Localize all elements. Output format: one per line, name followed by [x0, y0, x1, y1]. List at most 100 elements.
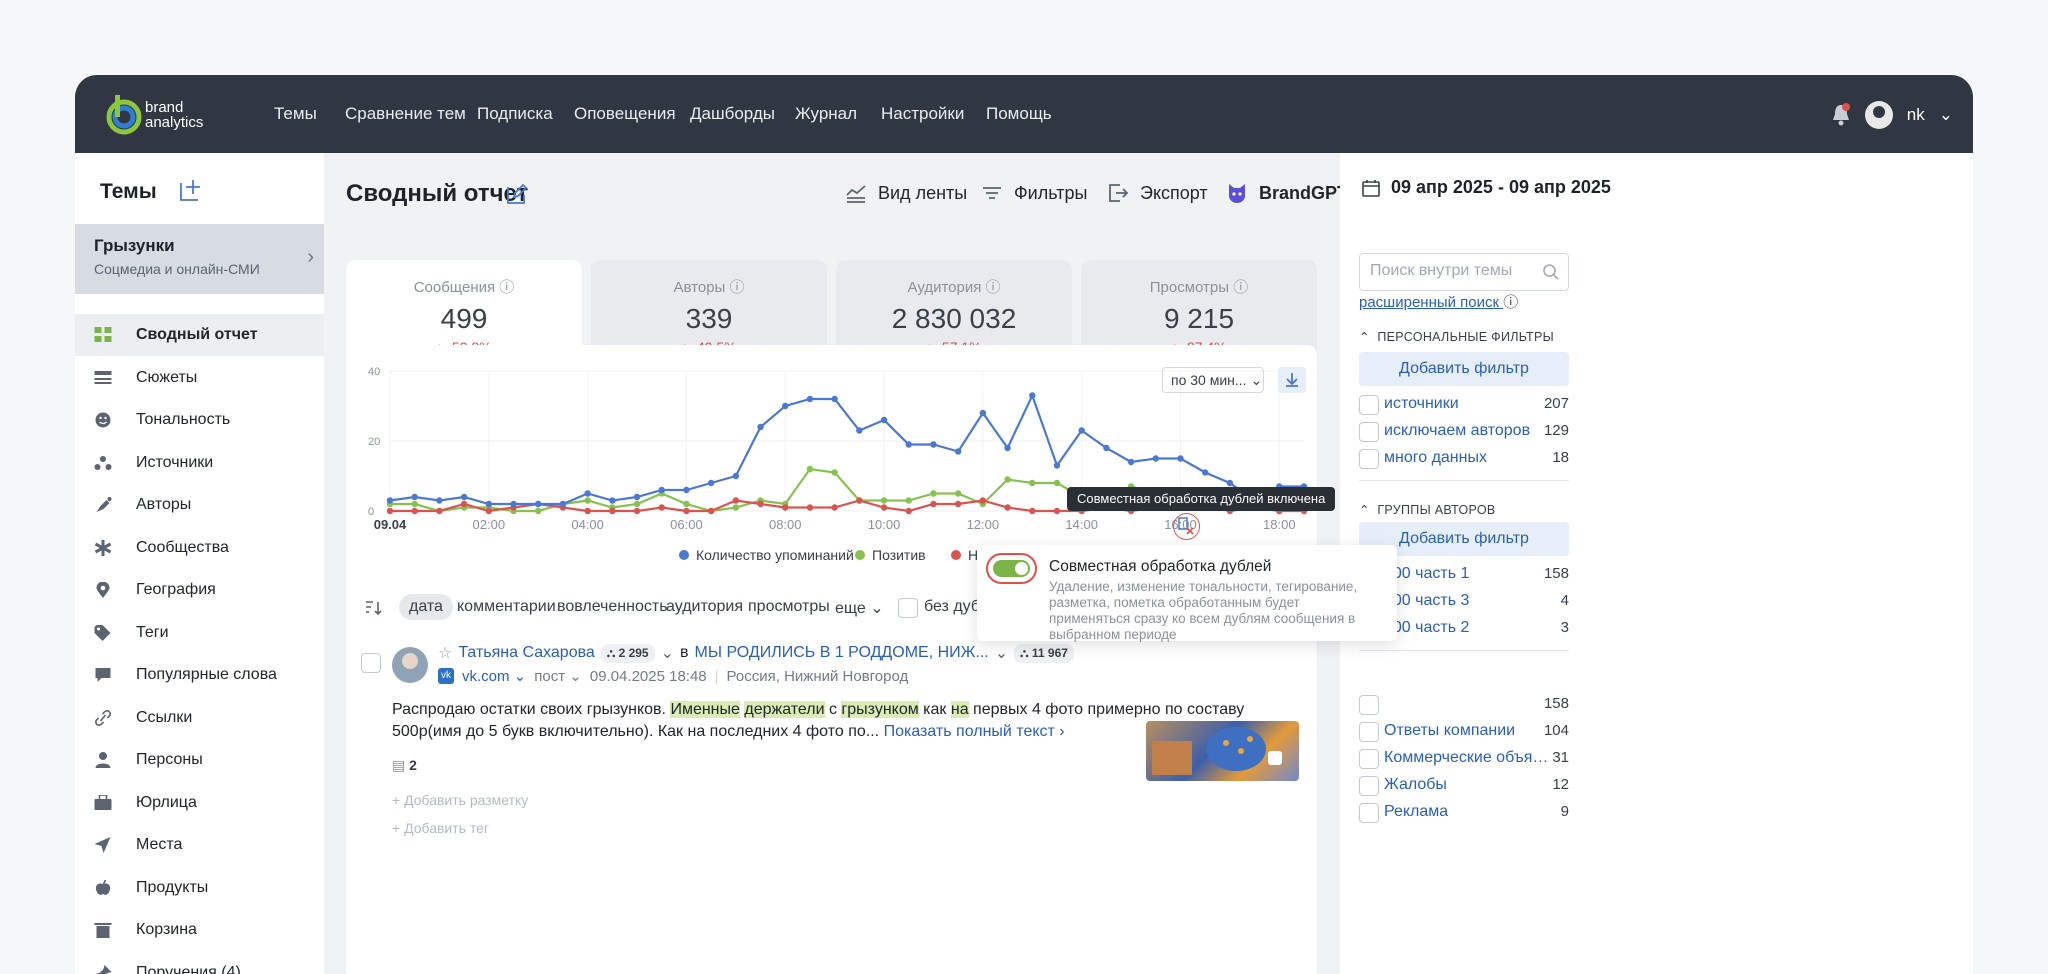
topic-search-input[interactable] [1360, 254, 1530, 288]
data-point [485, 507, 493, 515]
post-source-link[interactable]: vk.com ⌄ [462, 667, 526, 685]
duplicates-count[interactable]: ▤ 2 [392, 757, 417, 774]
dedup-toggle-button[interactable] [1173, 513, 1200, 540]
row-checkbox[interactable] [1359, 695, 1379, 715]
row-label[interactable]: источники [1384, 395, 1459, 413]
sidebar-item-label: Популярные слова [136, 666, 277, 683]
other-row[interactable]: Коммерческие объявлен...31 [1359, 747, 1569, 771]
row-label[interactable]: много данных [1384, 449, 1487, 467]
row-count: 129 [1543, 422, 1569, 439]
sort-icon[interactable] [364, 600, 382, 616]
info-icon[interactable]: ⓘ [1503, 291, 1518, 312]
other-row[interactable]: Жалобы 12 [1359, 774, 1569, 798]
brandgpt-button[interactable]: BrandGPT [1225, 181, 1348, 205]
edit-icon[interactable] [506, 183, 528, 205]
topic-search-field[interactable] [1359, 253, 1569, 291]
author-groups-heading[interactable]: ⌃ ГРУППЫ АВТОРОВ [1359, 502, 1496, 517]
sidebar-item-11[interactable]: Персоны [75, 739, 324, 781]
nav-journal[interactable]: Журнал [795, 104, 857, 124]
period-select[interactable]: по 30 мин... ⌄ [1162, 367, 1264, 393]
sidebar-item-3[interactable]: Тональность [75, 399, 324, 441]
row-checkbox[interactable] [1359, 776, 1379, 796]
show-full-text-link[interactable]: Показать полный текст › [884, 723, 1065, 740]
chevron-down-icon[interactable]: ⌄ [661, 643, 674, 663]
row-checkbox[interactable] [1359, 422, 1379, 442]
add-topic-icon[interactable] [178, 177, 204, 203]
user-name[interactable]: nk [1907, 105, 1925, 125]
nav-subscription[interactable]: Подписка [477, 104, 553, 124]
sidebar-item-9[interactable]: Популярные слова [75, 654, 324, 696]
row-checkbox[interactable] [1359, 803, 1379, 823]
sidebar-item-label: Юрлица [136, 793, 197, 811]
row-label[interactable]: Коммерческие объявлен... [1384, 749, 1554, 767]
sort-more[interactable]: еще ⌄ [835, 598, 884, 618]
notification-bell-icon[interactable] [1831, 103, 1851, 127]
filters-row[interactable]: много данных 18 [1359, 447, 1569, 471]
filters-button[interactable]: Фильтры [980, 181, 1087, 205]
user-avatar[interactable] [1864, 101, 1893, 129]
sidebar-item-13[interactable]: Места [75, 824, 324, 866]
star-icon[interactable]: ☆ [438, 643, 452, 663]
add-personal-filter-button[interactable]: Добавить фильтр [1359, 352, 1569, 386]
nav-alerts[interactable]: Оповещения [574, 104, 676, 124]
nav-dashboards[interactable]: Дашборды [690, 104, 775, 124]
advanced-search-link[interactable]: расширенный поиск ⓘ [1359, 291, 1518, 312]
sidebar-item-2[interactable]: Сюжеты [75, 357, 324, 399]
row-checkbox[interactable] [1359, 722, 1379, 742]
add-tag-button[interactable]: + Добавить тег [392, 820, 489, 836]
chevron-down-icon[interactable]: ⌄ [995, 643, 1008, 663]
nav-compare-topics[interactable]: Сравнение тем [345, 104, 466, 124]
sidebar-item-4[interactable]: Источники [75, 442, 324, 484]
sort-comments[interactable]: комментарии [457, 598, 556, 616]
export-button[interactable]: Экспорт [1106, 181, 1208, 205]
sidebar-item-14[interactable]: Продукты [75, 867, 324, 909]
sidebar-item-6[interactable]: Сообщества [75, 527, 324, 569]
sidebar-item-8[interactable]: Теги [75, 612, 324, 654]
chevron-down-icon[interactable]: ⌄ [1939, 105, 1953, 125]
row-label[interactable]: Реклама [1384, 803, 1448, 821]
nav-settings[interactable]: Настройки [881, 104, 964, 124]
other-row[interactable]: Реклама 9 [1359, 801, 1569, 825]
brand-logo-icon[interactable] [101, 91, 147, 137]
post-group-link[interactable]: МЫ РОДИЛИСЬ В 1 РОДДОМЕ, НИЖ... [695, 644, 989, 662]
post-type[interactable]: пост ⌄ [534, 667, 582, 685]
post-author-link[interactable]: Татьяна Сахарова [458, 644, 594, 662]
filters-row[interactable]: источники 207 [1359, 393, 1569, 417]
sidebar-item-12[interactable]: Юрлица [75, 782, 324, 824]
no-dups-checkbox[interactable] [898, 598, 918, 618]
personal-filters-heading[interactable]: ⌃ ПЕРСОНАЛЬНЫЕ ФИЛЬТРЫ [1359, 329, 1554, 344]
other-row[interactable]: Ответы компании 104 [1359, 720, 1569, 744]
other-row[interactable]: 158 [1359, 693, 1569, 717]
row-label[interactable]: Ответы компании [1384, 722, 1515, 740]
dedup-switch[interactable] [986, 553, 1037, 584]
sidebar-item-7[interactable]: География [75, 569, 324, 611]
sort-views[interactable]: просмотры [748, 598, 830, 616]
row-checkbox[interactable] [1359, 749, 1379, 769]
filters-row[interactable]: исключаем авторов 129 [1359, 420, 1569, 444]
download-chart-button[interactable] [1278, 367, 1306, 393]
row-checkbox[interactable] [1359, 449, 1379, 469]
nav-help[interactable]: Помощь [986, 104, 1052, 124]
sidebar-item-5[interactable]: Авторы [75, 484, 324, 526]
sidebar-item-1[interactable]: Сводный отчет [75, 314, 324, 356]
row-count: 12 [1552, 776, 1569, 793]
post-checkbox[interactable] [361, 653, 381, 673]
add-markup-button[interactable]: + Добавить разметку [392, 792, 528, 808]
post-author-avatar[interactable] [392, 647, 428, 683]
sort-date[interactable]: дата [399, 594, 453, 620]
sidebar-item-10[interactable]: Ссылки [75, 697, 324, 739]
sort-engagement[interactable]: вовлеченность [557, 598, 668, 616]
date-range-picker[interactable]: 09 апр 2025 - 09 апр 2025 [1361, 177, 1611, 198]
nav-topics[interactable]: Темы [274, 104, 317, 124]
metric-value: 2 830 032 [891, 303, 1017, 334]
sidebar-item-16[interactable]: Поручения (4) [75, 952, 324, 974]
post-image[interactable] [1146, 721, 1299, 781]
row-checkbox[interactable] [1359, 395, 1379, 415]
feed-view-button[interactable]: Вид ленты [844, 181, 967, 205]
sort-audience[interactable]: аудитория [666, 598, 743, 616]
current-topic[interactable]: Грызунки Соцмедиа и онлайн-СМИ › [75, 224, 324, 294]
sidebar-item-15[interactable]: Корзина [75, 909, 324, 951]
row-label[interactable]: исключаем авторов [1384, 422, 1530, 440]
row-label[interactable]: Жалобы [1384, 776, 1447, 794]
search-icon[interactable] [1542, 263, 1560, 281]
